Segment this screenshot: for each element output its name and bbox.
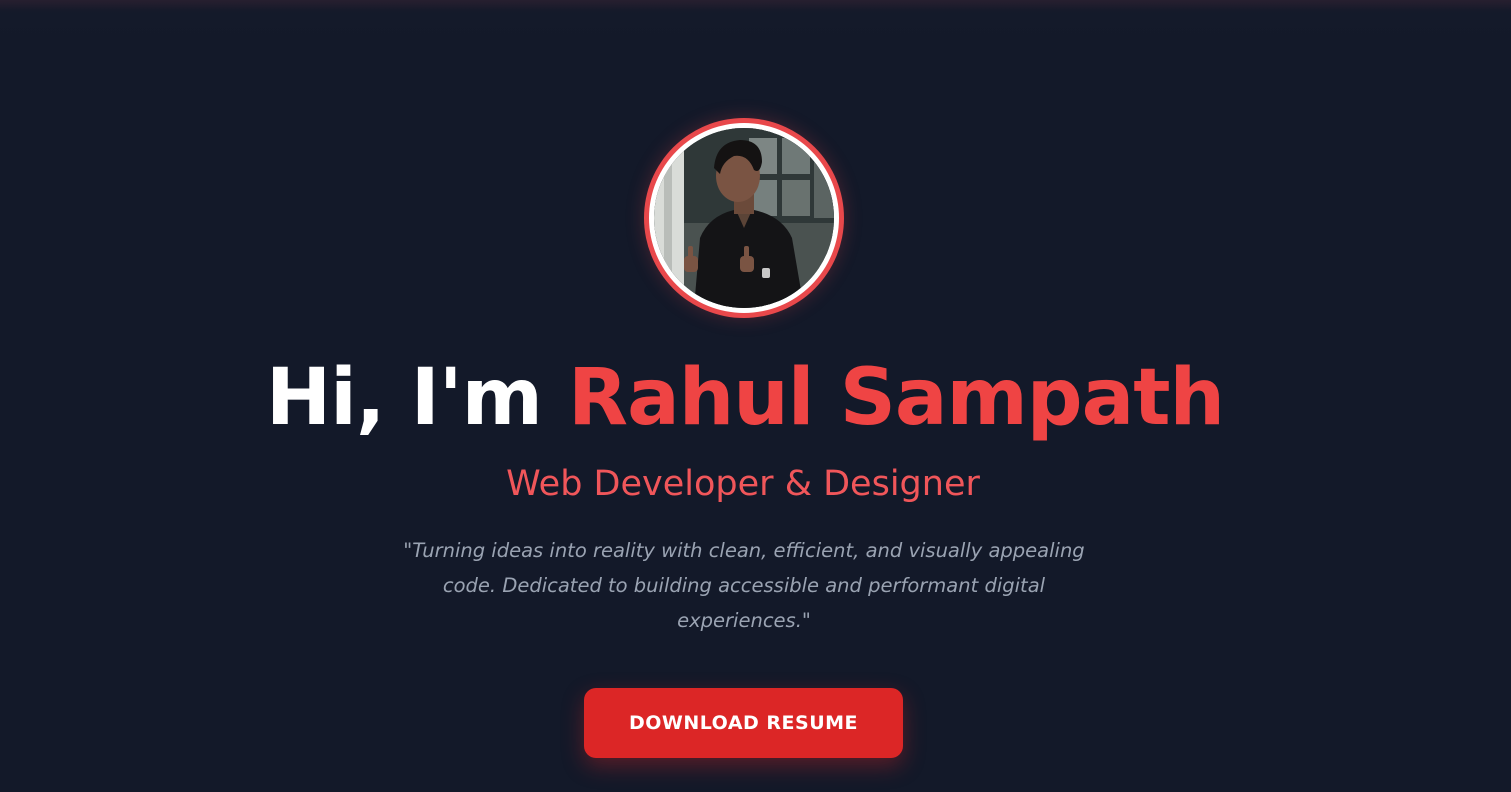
avatar-ring xyxy=(644,118,844,318)
role-subtitle: Web Developer & Designer xyxy=(506,464,980,504)
avatar-border xyxy=(649,123,839,313)
portfolio-page: Hi, I'm Rahul Sampath Web Developer & De… xyxy=(0,0,1511,792)
avatar xyxy=(654,128,834,308)
hero-section: Hi, I'm Rahul Sampath Web Developer & De… xyxy=(0,0,1511,792)
avatar-photo xyxy=(654,128,834,308)
page-title: Hi, I'm Rahul Sampath xyxy=(0,348,1490,448)
name-text: Rahul Sampath xyxy=(568,353,1225,443)
download-resume-button[interactable]: DOWNLOAD RESUME xyxy=(584,688,903,758)
greeting-text: Hi, I'm xyxy=(265,353,543,443)
tagline-quote: "Turning ideas into reality with clean, … xyxy=(403,539,1085,632)
